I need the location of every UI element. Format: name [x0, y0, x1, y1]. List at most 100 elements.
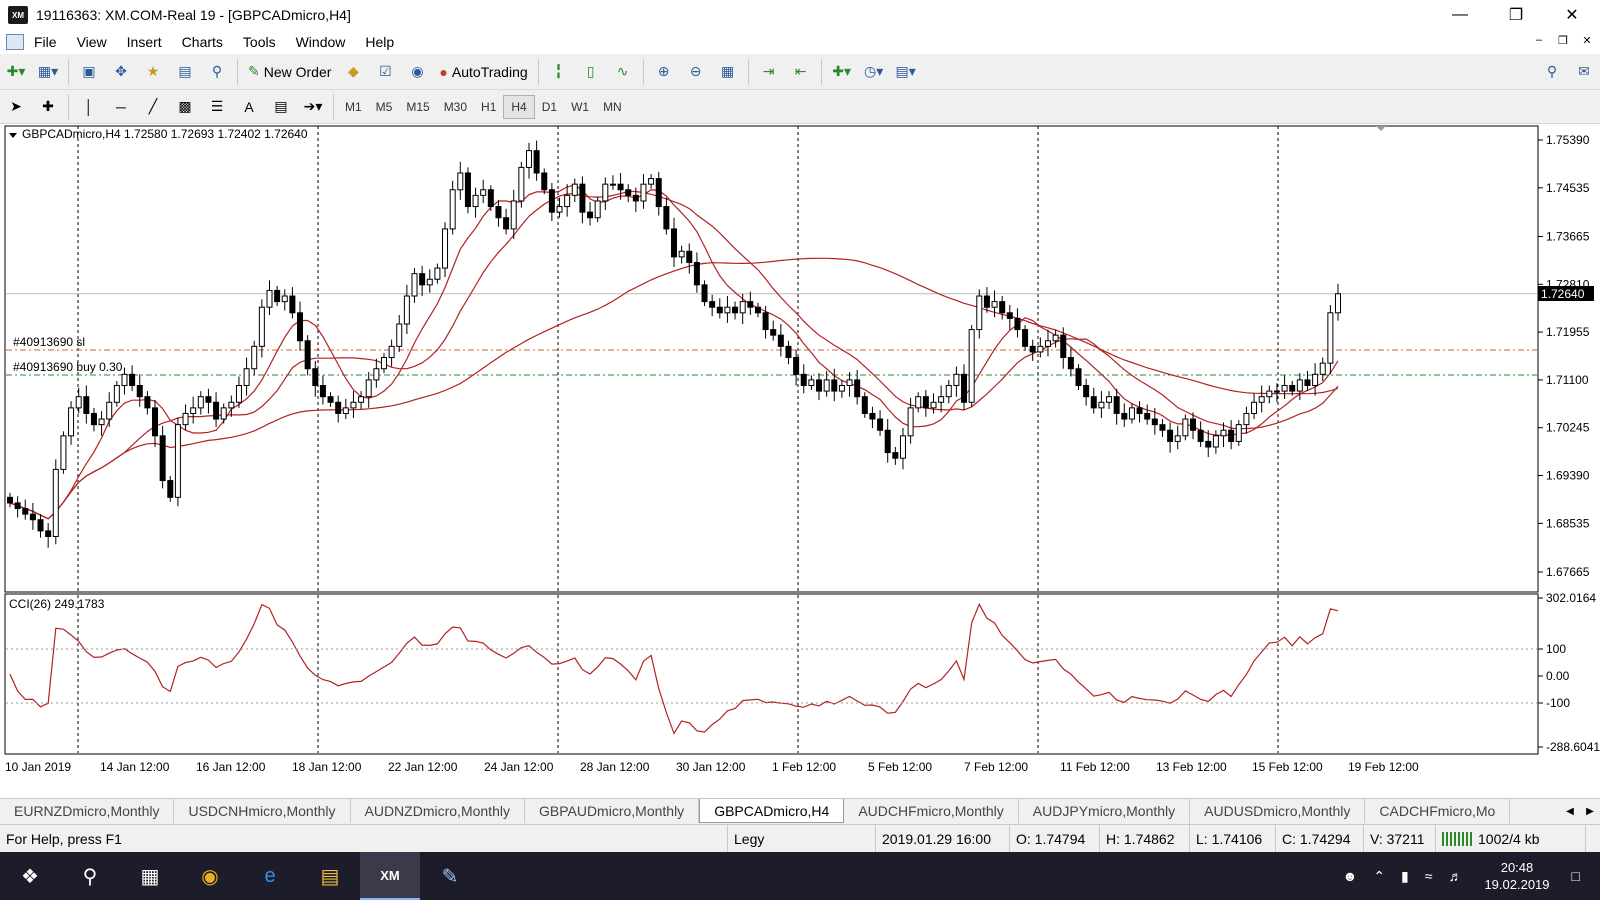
candle-body — [869, 412, 876, 420]
timeframe-m15[interactable]: M15 — [399, 95, 436, 119]
mdi-restore-button[interactable]: ❐ — [1554, 34, 1572, 47]
terminal-icon[interactable]: ▤ — [171, 59, 199, 85]
trendline-icon[interactable]: ╱ — [139, 94, 167, 120]
chart-shift-icon[interactable]: ⇤ — [787, 59, 815, 85]
search-icon[interactable]: ⚲ — [1538, 59, 1566, 85]
bar-chart-icon[interactable]: ╏ — [545, 59, 573, 85]
timeframe-h1[interactable]: H1 — [474, 95, 503, 119]
autotrading-button[interactable]: ● AutoTrading — [435, 59, 531, 85]
windows-start-icon[interactable]: ❖ — [0, 852, 60, 900]
market-icon[interactable]: ☑ — [371, 59, 399, 85]
maximize-button[interactable]: ❐ — [1488, 0, 1544, 30]
text-label-icon[interactable]: ▤ — [267, 94, 295, 120]
candle-body — [220, 407, 227, 420]
timeframe-h4[interactable]: H4 — [503, 94, 535, 119]
tab-audnzd[interactable]: AUDNZDmicro,Monthly — [351, 799, 525, 823]
menu-help[interactable]: Help — [355, 34, 404, 50]
data-window-icon[interactable]: ✥ — [107, 59, 135, 85]
chart-shift-marker[interactable] — [1376, 126, 1386, 131]
candlestick-icon[interactable]: ▯ — [577, 59, 605, 85]
candle-body — [1273, 390, 1280, 393]
price-chart[interactable]: 1.753901.745351.736651.728101.719551.711… — [0, 124, 1600, 801]
chat-icon[interactable]: ✉ — [1570, 59, 1598, 85]
fibonacci-icon[interactable]: ☰ — [203, 94, 231, 120]
zoom-out-icon[interactable]: ⊖ — [682, 59, 710, 85]
clock[interactable]: 20:48 19.02.2019 — [1484, 859, 1549, 893]
line-chart-icon[interactable]: ∿ — [609, 59, 637, 85]
tab-audchf[interactable]: AUDCHFmicro,Monthly — [844, 799, 1019, 823]
strategy-tester-icon[interactable]: ⚲ — [203, 59, 231, 85]
equidistant-channel-icon[interactable]: ▩ — [171, 94, 199, 120]
menu-file[interactable]: File — [24, 34, 67, 50]
mdi-minimize-button[interactable]: – — [1530, 34, 1548, 47]
horizontal-line-icon[interactable]: ─ — [107, 94, 135, 120]
periods-icon[interactable]: ◷▾ — [860, 59, 888, 85]
tab-audusd[interactable]: AUDUSDmicro,Monthly — [1190, 799, 1366, 823]
text-icon[interactable]: A — [235, 94, 263, 120]
candle-body — [1182, 418, 1189, 437]
tab-scroll-right-icon[interactable]: ▶ — [1586, 806, 1594, 817]
arrows-icon[interactable]: ➔▾ — [299, 94, 327, 120]
battery-icon[interactable]: ▮ — [1401, 868, 1409, 885]
xm-taskbar-icon[interactable]: XM — [360, 852, 420, 900]
tab-audjpy[interactable]: AUDJPYmicro,Monthly — [1019, 799, 1191, 823]
chart-window-icon[interactable] — [6, 34, 24, 50]
cursor-icon[interactable]: ➤ — [2, 94, 30, 120]
timeframe-mn[interactable]: MN — [596, 95, 629, 119]
minimize-button[interactable]: — — [1432, 0, 1488, 30]
candle-body — [1083, 384, 1090, 398]
tab-gbpcad[interactable]: GBPCADmicro,H4 — [699, 799, 845, 823]
tab-cadchf[interactable]: CADCHFmicro,Mo — [1365, 799, 1511, 823]
zoom-in-icon[interactable]: ⊕ — [650, 59, 678, 85]
menu-insert[interactable]: Insert — [117, 34, 172, 50]
chart-window[interactable]: 1.75390 1.74535 1.73665 1.72810 1.71955 1.711… — [0, 124, 1600, 801]
timeframe-d1[interactable]: D1 — [535, 95, 564, 119]
vertical-line-icon[interactable]: │ — [75, 94, 103, 120]
new-order-button[interactable]: ✎ New Order — [244, 59, 335, 85]
tab-gbpaud[interactable]: GBPAUDmicro,Monthly — [525, 799, 700, 823]
file-explorer-icon[interactable]: ▤ — [300, 852, 360, 900]
new-chart-icon[interactable]: ✚▾ — [2, 59, 30, 85]
metaeditor-icon[interactable]: ◆ — [339, 59, 367, 85]
crosshair-icon[interactable]: ✚ — [34, 94, 62, 120]
signals-icon[interactable]: ◉ — [403, 59, 431, 85]
tab-scroll-left-icon[interactable]: ◀ — [1566, 806, 1574, 817]
candle-body — [304, 340, 311, 370]
edge-icon[interactable]: e — [240, 852, 300, 900]
volume-icon[interactable]: ♬ — [1448, 868, 1462, 884]
market-watch-icon[interactable]: ▣ — [75, 59, 103, 85]
menu-window[interactable]: Window — [286, 34, 356, 50]
menu-charts[interactable]: Charts — [172, 34, 233, 50]
search-taskbar-icon[interactable]: ⚲ — [60, 852, 120, 900]
navigator-icon[interactable]: ★ — [139, 59, 167, 85]
task-view-icon[interactable]: ▦ — [120, 852, 180, 900]
menu-tools[interactable]: Tools — [233, 34, 286, 50]
cci-tick-label: 100 — [1546, 642, 1566, 656]
candle-body — [503, 217, 510, 230]
notifications-icon[interactable]: □ — [1572, 868, 1580, 884]
auto-scroll-icon[interactable]: ⇥ — [755, 59, 783, 85]
timeframe-m1[interactable]: M1 — [338, 95, 369, 119]
tile-windows-icon[interactable]: ▦ — [714, 59, 742, 85]
mdi-close-button[interactable]: ✕ — [1578, 34, 1596, 47]
chrome-icon[interactable]: ◉ — [180, 852, 240, 900]
line-studies-toolbar: ➤ ✚ │ ─ ╱ ▩ ☰ A ▤ ➔▾ M1 M5 M15 M30 H1 H4… — [0, 90, 1600, 124]
menu-view[interactable]: View — [67, 34, 117, 50]
paint-icon[interactable]: ✎ — [420, 852, 480, 900]
tab-eurnzd[interactable]: EURNZDmicro,Monthly — [0, 799, 175, 823]
timeframe-w1[interactable]: W1 — [564, 95, 596, 119]
timeframe-m30[interactable]: M30 — [437, 95, 474, 119]
wifi-icon[interactable]: ≈ — [1425, 868, 1433, 884]
close-button[interactable]: ✕ — [1544, 0, 1600, 30]
indicators-icon[interactable]: ✚▾ — [828, 59, 856, 85]
timeframe-m5[interactable]: M5 — [369, 95, 400, 119]
candle-body — [1197, 429, 1204, 442]
cci-tick-label: -100 — [1546, 696, 1570, 710]
profiles-icon[interactable]: ▦▾ — [34, 59, 62, 85]
tray-chevron-icon[interactable]: ⌃ — [1373, 868, 1385, 885]
templates-icon[interactable]: ▤▾ — [892, 59, 920, 85]
people-icon[interactable]: ☻ — [1343, 868, 1358, 884]
candle-body — [525, 150, 532, 168]
tab-usdcnh[interactable]: USDCNHmicro,Monthly — [174, 799, 351, 823]
candle-body — [297, 312, 304, 342]
